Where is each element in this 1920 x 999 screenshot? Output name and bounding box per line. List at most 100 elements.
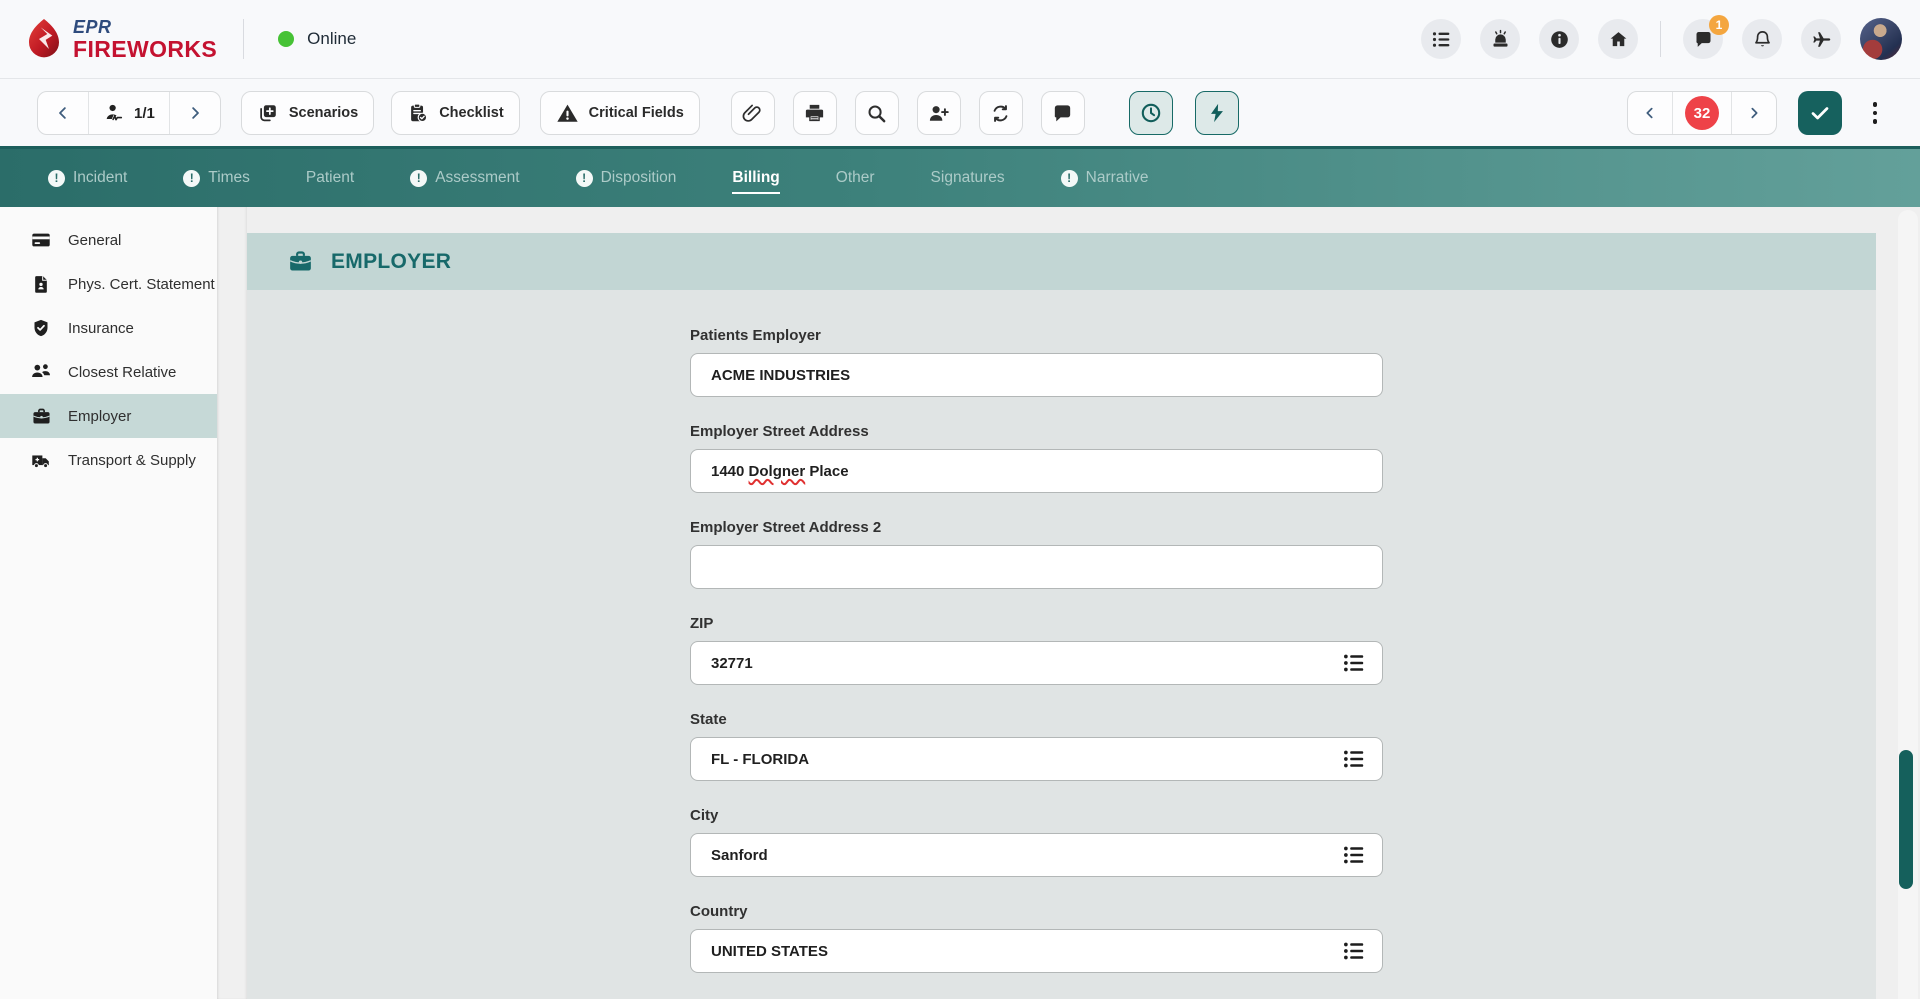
home-icon [1608, 29, 1629, 50]
critical-fields-label: Critical Fields [589, 105, 684, 121]
relatives-icon [30, 361, 52, 383]
list-icon [1341, 938, 1367, 964]
sidebar-item-employer[interactable]: Employer [0, 394, 217, 438]
alert-icon [183, 170, 200, 187]
previous-record-button[interactable] [38, 92, 88, 134]
search-button[interactable] [855, 91, 899, 135]
search-icon [865, 102, 888, 125]
online-status-label: Online [307, 29, 356, 49]
scenarios-button[interactable]: Scenarios [241, 91, 374, 135]
tab-billing[interactable]: Billing [732, 169, 779, 187]
chevron-left-icon [1642, 105, 1658, 121]
comments-button[interactable] [1041, 91, 1085, 135]
city-list-button[interactable] [1339, 840, 1369, 870]
flame-logo-icon [24, 17, 64, 61]
tab-disposition[interactable]: Disposition [576, 169, 677, 187]
tab-assessment[interactable]: Assessment [410, 169, 519, 187]
alert-icon [1061, 170, 1078, 187]
country-field: Country [690, 902, 1383, 973]
sidebar-item-closest-relative[interactable]: Closest Relative [0, 350, 217, 394]
critical-fields-button[interactable]: Critical Fields [540, 91, 700, 135]
section-title: EMPLOYER [331, 250, 451, 274]
comment-icon [1051, 102, 1074, 125]
record-pager-count: 1/1 [134, 105, 155, 122]
app-header: EPR FIREWORKS Online [0, 0, 1920, 79]
employer-street-address-input[interactable]: 1440 Dolgner Place [690, 449, 1383, 493]
brand-logo: EPR FIREWORKS [24, 17, 217, 61]
notifications-button[interactable] [1742, 19, 1782, 59]
tab-times[interactable]: Times [183, 169, 250, 187]
validate-button[interactable] [1798, 91, 1842, 135]
ambulance-icon [30, 449, 52, 472]
country-input[interactable] [690, 929, 1383, 973]
next-record-button[interactable] [170, 92, 220, 134]
brand-line2: FIREWORKS [73, 38, 217, 61]
warning-triangle-icon [556, 102, 579, 125]
siren-button[interactable] [1480, 19, 1520, 59]
employer-street-address-2-input[interactable] [690, 545, 1383, 589]
sidebar-item-insurance[interactable]: Insurance [0, 306, 217, 350]
zip-field: ZIP [690, 614, 1383, 685]
user-avatar[interactable] [1860, 18, 1902, 60]
add-person-button[interactable] [917, 91, 961, 135]
home-button[interactable] [1598, 19, 1638, 59]
chevron-right-icon [1746, 105, 1762, 121]
online-status-dot [278, 31, 294, 47]
info-icon [1549, 29, 1570, 50]
city-input[interactable] [690, 833, 1383, 877]
alert-count-wrap: 32 [1672, 92, 1732, 134]
next-alert-button[interactable] [1732, 92, 1776, 134]
flight-mode-button[interactable] [1801, 19, 1841, 59]
airplane-icon [1811, 29, 1832, 50]
time-tracking-button[interactable] [1129, 91, 1173, 135]
previous-alert-button[interactable] [1628, 92, 1672, 134]
employer-street-address-2-field: Employer Street Address 2 [690, 518, 1383, 589]
tab-narrative[interactable]: Narrative [1061, 169, 1149, 187]
billing-sidebar: General Phys. Cert. Statement Insurance … [0, 207, 217, 999]
alert-icon [410, 170, 427, 187]
more-options-button[interactable] [1860, 91, 1890, 135]
employer-street-address-field: Employer Street Address 1440 Dolgner Pla… [690, 422, 1383, 493]
messages-badge: 1 [1709, 15, 1729, 35]
tab-incident[interactable]: Incident [48, 169, 127, 187]
country-list-button[interactable] [1339, 936, 1369, 966]
check-icon [1808, 101, 1832, 125]
patient-icon [103, 102, 125, 124]
print-icon [803, 102, 826, 125]
list-menu-button[interactable] [1421, 19, 1461, 59]
city-field: City [690, 806, 1383, 877]
sidebar-item-general[interactable]: General [0, 218, 217, 262]
zip-input[interactable] [690, 641, 1383, 685]
attachments-button[interactable] [731, 91, 775, 135]
employer-form: Patients Employer Employer Street Addres… [247, 290, 1876, 999]
checklist-icon [407, 102, 429, 124]
messages-button[interactable]: 1 [1683, 19, 1723, 59]
vertical-scrollbar-track[interactable] [1898, 210, 1918, 999]
attachment-icon [741, 102, 764, 125]
alert-icon [576, 170, 593, 187]
vertical-scrollbar-thumb[interactable] [1899, 750, 1913, 889]
shield-check-icon [30, 317, 52, 339]
state-input[interactable] [690, 737, 1383, 781]
credit-card-icon [30, 229, 52, 251]
tab-patient[interactable]: Patient [306, 169, 354, 187]
chevron-left-icon [54, 104, 72, 122]
tab-signatures[interactable]: Signatures [931, 169, 1005, 187]
state-list-button[interactable] [1339, 744, 1369, 774]
sidebar-item-phys-cert-statement[interactable]: Phys. Cert. Statement [0, 262, 217, 306]
record-toolbar: 1/1 Scenarios Checklist Critical Fields [0, 80, 1920, 146]
field-label: Employer Street Address [690, 422, 1383, 441]
sidebar-item-transport-supply[interactable]: Transport & Supply [0, 438, 217, 482]
patients-employer-input[interactable] [690, 353, 1383, 397]
info-button[interactable] [1539, 19, 1579, 59]
sync-button[interactable] [979, 91, 1023, 135]
clock-icon [1139, 101, 1163, 125]
zip-list-button[interactable] [1339, 648, 1369, 678]
checklist-button[interactable]: Checklist [391, 91, 519, 135]
bell-icon [1752, 29, 1773, 50]
print-button[interactable] [793, 91, 837, 135]
quick-actions-button[interactable] [1195, 91, 1239, 135]
chevron-right-icon [186, 104, 204, 122]
section-tabs: Incident Times Patient Assessment Dispos… [0, 146, 1920, 207]
tab-other[interactable]: Other [836, 169, 875, 187]
